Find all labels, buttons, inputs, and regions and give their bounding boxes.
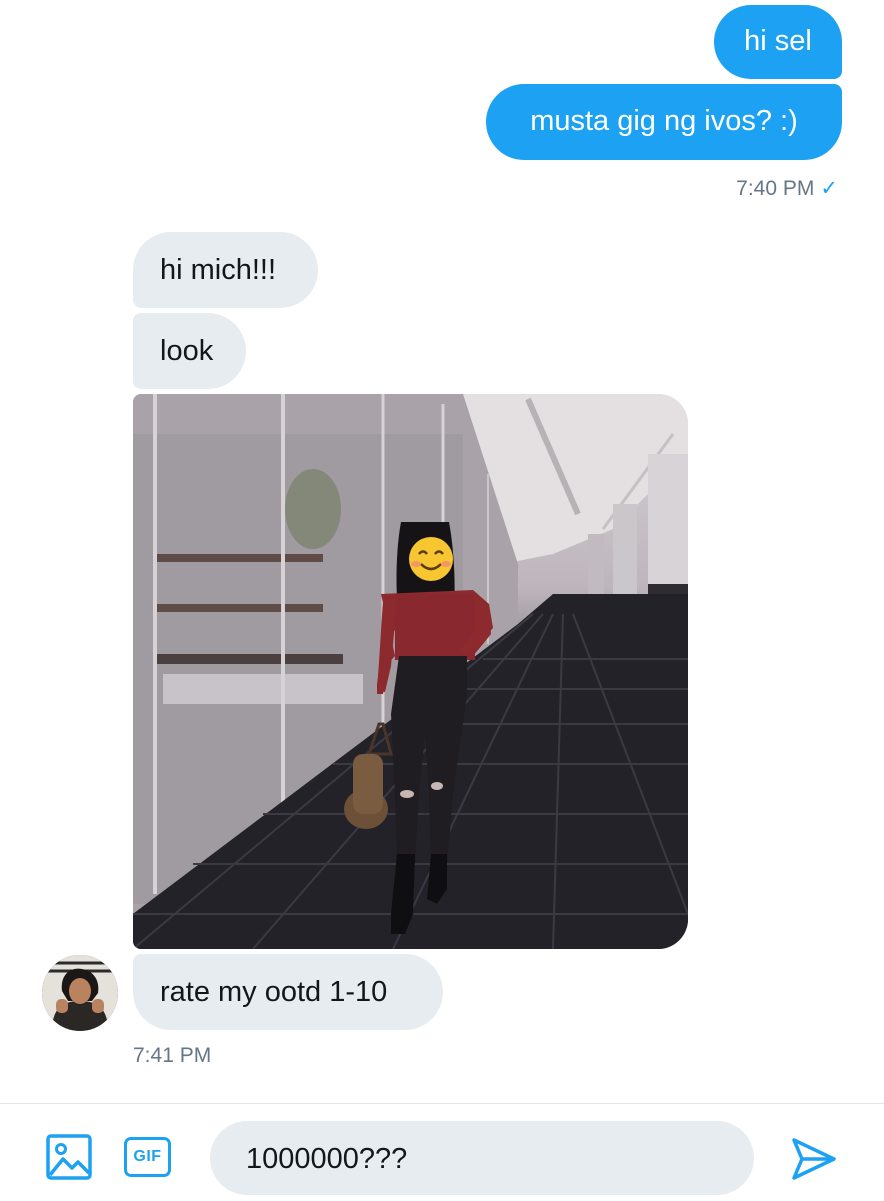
message-text: hi mich!!!	[160, 254, 277, 286]
message-text: rate my ootd 1-10	[160, 976, 388, 1008]
message-composer: GIF 1000000???	[0, 1103, 884, 1201]
received-message-bubble[interactable]: look	[133, 313, 246, 389]
message-text: musta gig ng ivos? :)	[530, 105, 798, 137]
sender-avatar[interactable]	[42, 955, 118, 1031]
gif-button[interactable]: GIF	[124, 1137, 171, 1177]
avatar-image	[42, 955, 118, 1031]
message-input[interactable]: 1000000???	[210, 1121, 754, 1195]
received-message-bubble[interactable]: hi mich!!!	[133, 232, 318, 308]
image-icon[interactable]	[45, 1133, 93, 1181]
photo-illustration	[133, 394, 688, 949]
message-text: hi sel	[744, 25, 812, 57]
timestamp-text: 7:40 PM	[736, 177, 815, 200]
message-text: look	[160, 335, 214, 367]
received-message-bubble[interactable]: rate my ootd 1-10	[133, 954, 443, 1030]
checkmark-icon: ✓	[820, 177, 838, 200]
sent-message-bubble[interactable]: musta gig ng ivos? :)	[486, 84, 842, 160]
received-timestamp: 7:41 PM	[133, 1044, 211, 1068]
sent-timestamp: 7:40 PM ✓	[736, 176, 838, 201]
send-icon[interactable]	[790, 1136, 838, 1182]
timestamp-text: 7:41 PM	[133, 1044, 212, 1067]
sent-message-bubble[interactable]: hi sel	[714, 5, 842, 79]
received-photo[interactable]	[133, 394, 688, 949]
